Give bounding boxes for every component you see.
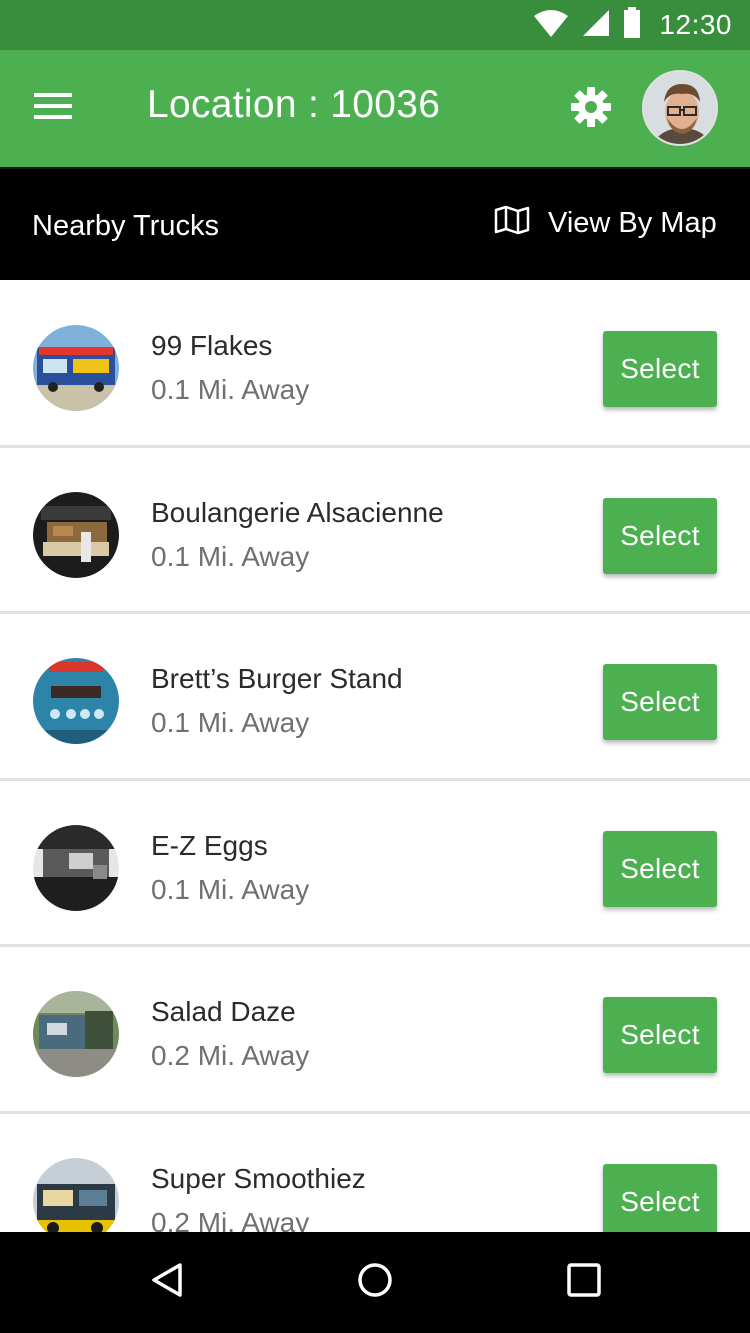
truck-name: Super Smoothiez xyxy=(151,1162,366,1194)
truck-name: E-Z Eggs xyxy=(151,829,268,861)
home-icon xyxy=(357,1262,393,1303)
truck-thumbnail xyxy=(33,1157,119,1244)
truck-list: 99 Flakes 0.1 Mi. Away Select Boulangeri… xyxy=(0,281,750,1280)
truck-distance: 0.1 Mi. Away xyxy=(151,707,310,738)
avatar[interactable] xyxy=(642,70,718,146)
section-title: Nearby Trucks xyxy=(32,210,219,242)
back-icon xyxy=(150,1262,184,1303)
system-nav-bar xyxy=(0,1232,750,1333)
truck-thumbnail xyxy=(33,824,119,911)
truck-thumbnail xyxy=(33,658,119,744)
list-item: Boulangerie Alsacienne 0.1 Mi. Away Sele… xyxy=(0,447,750,614)
back-button[interactable] xyxy=(139,1254,195,1310)
truck-distance: 0.1 Mi. Away xyxy=(151,540,310,572)
recents-button[interactable] xyxy=(556,1254,612,1310)
menu-icon xyxy=(34,92,74,125)
truck-distance: 0.1 Mi. Away xyxy=(151,873,310,905)
select-button[interactable]: Select xyxy=(603,497,717,574)
select-button[interactable]: Select xyxy=(603,331,717,407)
status-icons: 12:30 xyxy=(533,6,732,44)
home-button[interactable] xyxy=(347,1254,403,1310)
recents-icon xyxy=(567,1262,601,1302)
view-by-map-label: View By Map xyxy=(548,206,717,239)
menu-button[interactable] xyxy=(30,88,78,128)
truck-name: Brett’s Burger Stand xyxy=(151,663,403,694)
select-button[interactable]: Select xyxy=(603,830,717,907)
truck-name: Boulangerie Alsacienne xyxy=(151,496,444,528)
select-button[interactable]: Select xyxy=(603,997,717,1073)
gear-icon xyxy=(570,86,612,133)
list-item: 99 Flakes 0.1 Mi. Away Select xyxy=(0,281,750,448)
truck-thumbnail xyxy=(33,325,119,411)
truck-name: Salad Daze xyxy=(151,996,296,1027)
truck-distance: 0.1 Mi. Away xyxy=(151,374,310,405)
battery-icon xyxy=(623,6,641,44)
truck-name: 99 Flakes xyxy=(151,330,273,361)
map-icon xyxy=(494,205,530,240)
list-item: E-Z Eggs 0.1 Mi. Away Select xyxy=(0,780,750,947)
truck-distance: 0.2 Mi. Away xyxy=(151,1040,310,1071)
list-item: Brett’s Burger Stand 0.1 Mi. Away Select xyxy=(0,614,750,781)
settings-button[interactable] xyxy=(566,84,616,134)
truck-thumbnail xyxy=(33,991,119,1077)
sub-header: Nearby Trucks View By Map xyxy=(0,167,750,280)
status-time: 12:30 xyxy=(659,9,732,40)
select-button[interactable]: Select xyxy=(603,664,717,740)
cell-signal-icon xyxy=(581,8,611,43)
view-by-map-link[interactable]: View By Map xyxy=(494,205,717,240)
app-bar: Location : 10036 xyxy=(0,50,750,167)
wifi-icon xyxy=(533,8,569,43)
status-bar: 12:30 xyxy=(0,0,750,50)
page-title: Location : 10036 xyxy=(147,83,441,126)
truck-thumbnail xyxy=(33,491,119,578)
list-item: Salad Daze 0.2 Mi. Away Select xyxy=(0,947,750,1114)
select-button[interactable]: Select xyxy=(603,1163,717,1240)
